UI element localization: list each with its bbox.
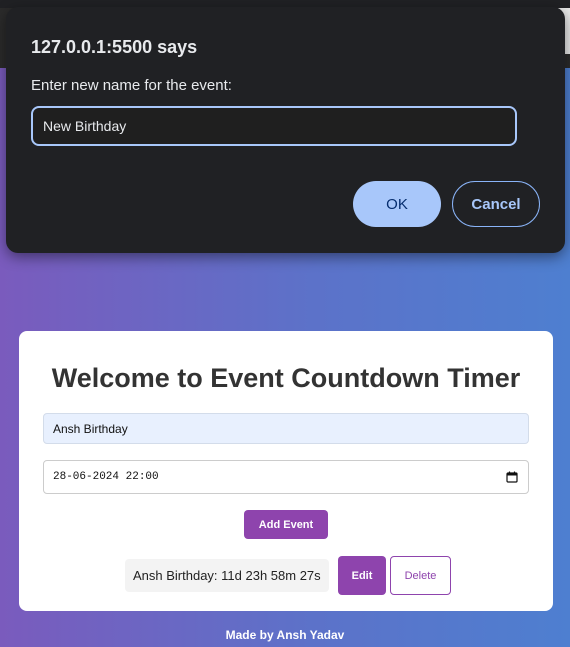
countdown-card: Welcome to Event Countdown Timer 28-06-2…: [19, 331, 553, 611]
page-title: Welcome to Event Countdown Timer: [51, 363, 521, 393]
datetime-value: 28-06-2024 22:00: [53, 471, 159, 483]
add-event-button[interactable]: Add Event: [244, 510, 328, 539]
dialog-title: 127.0.0.1:5500 says: [31, 37, 198, 57]
footer-credit: Made by Ansh Yadav: [225, 628, 345, 642]
dialog-name-input[interactable]: [31, 106, 517, 146]
calendar-icon[interactable]: [506, 471, 518, 483]
delete-event-button[interactable]: Delete: [390, 556, 451, 595]
cancel-button[interactable]: Cancel: [452, 181, 540, 227]
event-name-input[interactable]: [43, 413, 529, 444]
event-countdown-text: Ansh Birthday: 11d 23h 58m 27s: [125, 559, 329, 592]
prompt-dialog: 127.0.0.1:5500 says Enter new name for t…: [6, 7, 565, 253]
ok-button[interactable]: OK: [353, 181, 441, 227]
event-datetime-input[interactable]: 28-06-2024 22:00: [43, 460, 529, 494]
dialog-message: Enter new name for the event:: [31, 77, 232, 94]
edit-event-button[interactable]: Edit: [338, 556, 386, 595]
